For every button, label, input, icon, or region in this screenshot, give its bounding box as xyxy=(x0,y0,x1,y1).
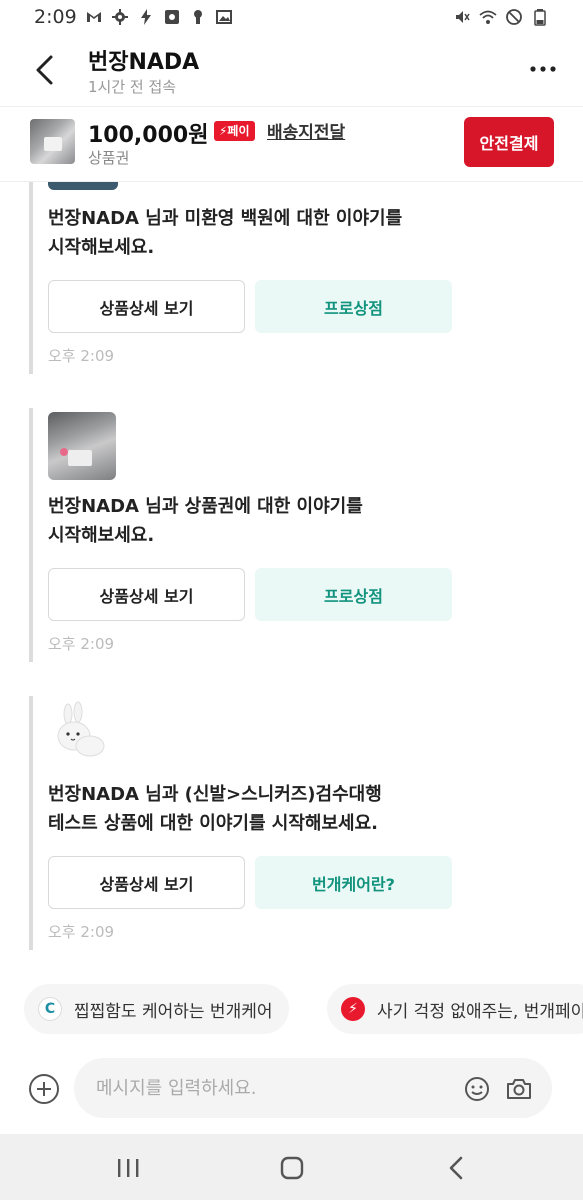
view-product-detail-button[interactable]: 상품상세 보기 xyxy=(48,568,245,621)
message-time: 오후 2:09 xyxy=(48,635,115,653)
last-seen-status: 1시간 전 접속 xyxy=(88,78,177,96)
quick-reply-chips: C 찝찝함도 케어하는 번개케어 ⚡ 사기 걱정 없애주는, 번개페이 xyxy=(0,984,583,1036)
product-image[interactable] xyxy=(48,412,116,480)
camera-icon[interactable] xyxy=(505,1075,533,1103)
product-info-bar[interactable]: 100,000원 ⚡페이 배송지전달 상품권 안전결제 xyxy=(0,106,583,182)
pro-shop-button[interactable]: 프로상점 xyxy=(255,568,452,621)
app-icon xyxy=(164,10,179,24)
bolt-badge-icon: ⚡ xyxy=(341,997,365,1021)
wifi-icon xyxy=(479,10,497,24)
message-text: 번장NADA 님과 미환영 백원에 대한 이야기를 시작해보세요. xyxy=(48,208,403,258)
product-intro-message: 번장NADA 님과 미환영 백원에 대한 이야기를 시작해보세요. 상품상세 보… xyxy=(29,182,469,374)
product-name: 상품권 xyxy=(88,149,130,167)
message-time: 오후 2:09 xyxy=(48,347,115,365)
battery-icon xyxy=(534,9,546,26)
blocked-icon xyxy=(506,9,522,25)
bungae-care-info-button[interactable]: 번개케어란? xyxy=(255,856,452,909)
android-nav-bar xyxy=(0,1134,583,1200)
product-image-partial[interactable] xyxy=(48,182,118,190)
view-product-detail-button[interactable]: 상품상세 보기 xyxy=(48,280,245,333)
status-bar: 2:09 xyxy=(0,0,583,34)
recent-apps-icon xyxy=(118,1159,139,1177)
plush-toy-image xyxy=(57,701,105,757)
product-intro-message: 번장NADA 님과 (신발>스니커즈)검수대행 테스트 상품에 대한 이야기를 … xyxy=(29,696,469,950)
more-dots-icon xyxy=(530,66,556,72)
bunge-pay-badge: ⚡페이 xyxy=(214,121,255,141)
chevron-left-icon xyxy=(36,55,53,85)
product-image[interactable] xyxy=(48,700,116,768)
message-actions: 상품상세 보기 프로상점 xyxy=(48,568,469,621)
chat-header: 번장NADA 1시간 전 접속 xyxy=(0,34,583,106)
shop-name[interactable]: 번장NADA xyxy=(88,44,199,76)
chip-label: 사기 걱정 없애주는, 번개페이 xyxy=(377,1001,583,1022)
nav-back-button[interactable] xyxy=(440,1152,472,1184)
emoji-icon[interactable] xyxy=(463,1075,491,1103)
chip-bungae-pay[interactable]: ⚡ 사기 걱정 없애주는, 번개페이 xyxy=(327,984,583,1034)
chip-bungae-care[interactable]: C 찝찝함도 케어하는 번개케어 xyxy=(24,984,289,1034)
shipping-address-link[interactable]: 배송지전달 xyxy=(267,118,345,143)
notification-icons xyxy=(85,8,233,26)
safe-payment-button[interactable]: 안전결제 xyxy=(464,117,554,167)
product-price: 100,000원 xyxy=(88,123,209,148)
message-text: 번장NADA 님과 (신발>스니커즈)검수대행 테스트 상품에 대한 이야기를 … xyxy=(48,784,382,834)
product-intro-message: 번장NADA 님과 상품권에 대한 이야기를 시작해보세요. 상품상세 보기 프… xyxy=(29,408,469,662)
recent-apps-button[interactable] xyxy=(112,1152,144,1184)
nav-back-icon xyxy=(449,1156,463,1180)
more-options-button[interactable] xyxy=(525,54,561,84)
bolt-icon xyxy=(140,9,151,25)
chip-label: 찝찝함도 케어하는 번개케어 xyxy=(74,1001,273,1022)
view-product-detail-button[interactable]: 상품상세 보기 xyxy=(48,856,245,909)
image-icon xyxy=(215,10,232,24)
back-button[interactable] xyxy=(24,48,64,92)
message-time: 오후 2:09 xyxy=(48,923,115,941)
message-actions: 상품상세 보기 프로상점 xyxy=(48,280,469,333)
message-input-bar xyxy=(0,1048,583,1132)
system-icons xyxy=(453,8,549,26)
settings-icon xyxy=(111,9,128,25)
home-icon xyxy=(280,1156,304,1180)
product-thumbnail[interactable] xyxy=(30,119,75,164)
status-time: 2:09 xyxy=(34,6,77,28)
gmail-icon xyxy=(86,12,101,22)
add-attachment-plus-icon[interactable] xyxy=(28,1073,60,1105)
keyhole-icon xyxy=(193,10,202,24)
mute-icon xyxy=(456,11,470,23)
message-text: 번장NADA 님과 상품권에 대한 이야기를 시작해보세요. xyxy=(48,496,363,546)
chat-messages[interactable]: 번장NADA 님과 미환영 백원에 대한 이야기를 시작해보세요. 상품상세 보… xyxy=(0,182,583,972)
home-button[interactable] xyxy=(276,1152,308,1184)
message-actions: 상품상세 보기 번개케어란? xyxy=(48,856,469,909)
pro-shop-button[interactable]: 프로상점 xyxy=(255,280,452,333)
care-c-icon: C xyxy=(38,997,62,1021)
